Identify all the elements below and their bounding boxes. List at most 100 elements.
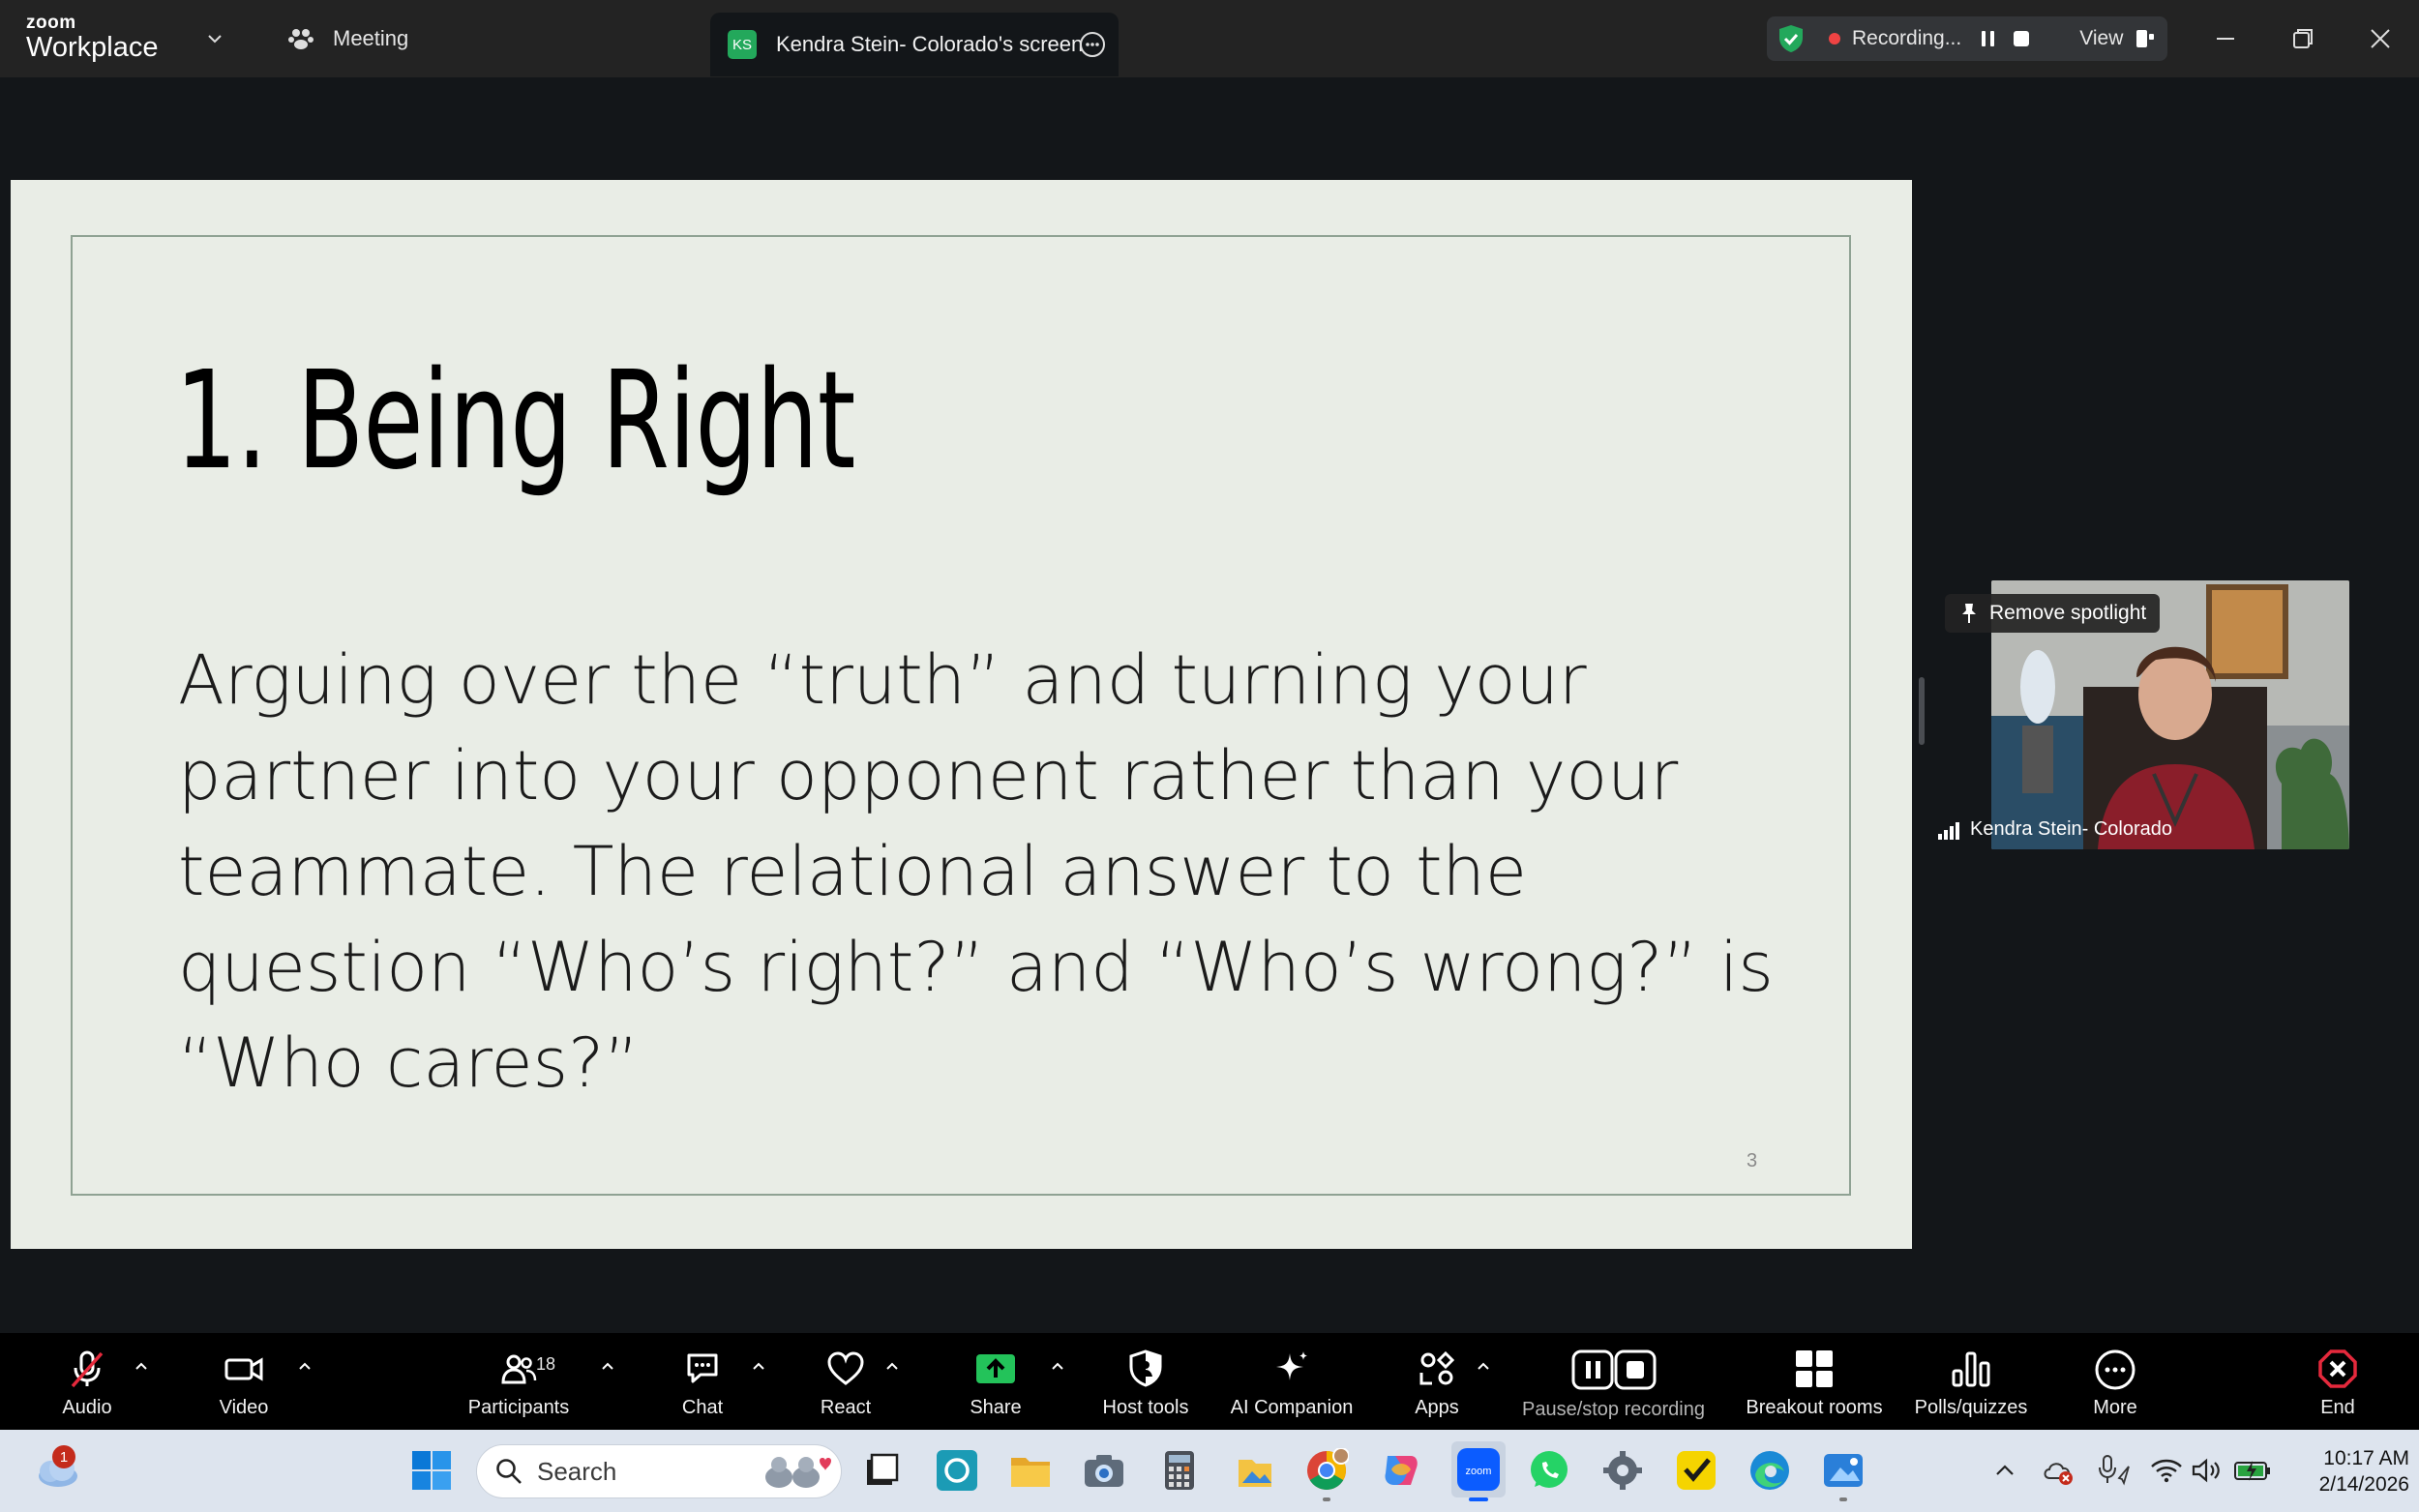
search-placeholder: Search xyxy=(537,1456,617,1486)
recording-dot-icon xyxy=(1829,33,1840,44)
end-label: End xyxy=(2320,1397,2355,1418)
apps-options-caret-icon[interactable] xyxy=(1476,1358,1491,1374)
camera-icon[interactable] xyxy=(1082,1448,1126,1493)
meeting-tab-label: Meeting xyxy=(333,26,409,50)
meeting-toolbar: Audio Video 18 Participants Chat React S… xyxy=(0,1333,2419,1430)
cortana-icon[interactable] xyxy=(935,1448,979,1493)
view-layout-icon[interactable] xyxy=(2135,28,2156,49)
audio-button[interactable]: Audio xyxy=(39,1333,135,1430)
shared-screen-label: Kendra Stein- Colorado's screen xyxy=(776,32,1084,56)
clock-date: 2/14/2026 xyxy=(2318,1473,2409,1496)
weather-notification-badge: 1 xyxy=(52,1445,75,1468)
chat-options-caret-icon[interactable] xyxy=(751,1358,766,1374)
volume-icon[interactable] xyxy=(2191,1456,2224,1485)
react-options-caret-icon[interactable] xyxy=(884,1358,900,1374)
participants-count: 18 xyxy=(536,1354,556,1374)
chat-icon xyxy=(687,1353,718,1383)
share-label: Share xyxy=(970,1397,1022,1418)
chat-label: Chat xyxy=(681,1397,724,1418)
taskbar-search-box[interactable]: Search xyxy=(476,1444,842,1498)
shared-screen-tab[interactable]: KS Kendra Stein- Colorado's screen xyxy=(710,13,1119,76)
recording-status: Recording... xyxy=(1852,27,1962,49)
wifi-icon[interactable] xyxy=(2150,1456,2183,1485)
more-button[interactable]: More xyxy=(2067,1333,2164,1430)
minimize-icon[interactable] xyxy=(2208,21,2243,56)
pause-stop-recording-icon xyxy=(1571,1349,1656,1390)
search-icon xyxy=(496,1459,522,1484)
signal-strength-icon xyxy=(1938,821,1959,840)
stop-recording-icon[interactable] xyxy=(2012,29,2031,48)
photos-folder-icon[interactable] xyxy=(1233,1448,1277,1493)
security-shield-icon[interactable] xyxy=(1777,23,1806,54)
participants-paw-icon xyxy=(288,29,314,49)
breakout-rooms-button[interactable]: Breakout rooms xyxy=(1737,1333,1892,1430)
onedrive-error-icon[interactable] xyxy=(2042,1453,2076,1488)
chrome-running-indicator xyxy=(1323,1497,1330,1501)
microphone-in-use-icon[interactable] xyxy=(2094,1453,2133,1488)
pause-stop-recording-button[interactable]: Pause/stop recording xyxy=(1509,1333,1717,1430)
apps-icon xyxy=(1419,1350,1455,1385)
heart-icon xyxy=(827,1351,864,1385)
more-icon xyxy=(2095,1349,2135,1390)
participants-label: Participants xyxy=(467,1397,570,1418)
polls-chart-icon xyxy=(1952,1351,1990,1387)
remove-spotlight-button[interactable]: Remove spotlight xyxy=(1945,594,2161,633)
share-screen-icon xyxy=(976,1354,1015,1383)
zoom-active-indicator xyxy=(1469,1497,1488,1501)
more-options-icon[interactable] xyxy=(1078,30,1107,59)
whatsapp-icon[interactable] xyxy=(1527,1448,1571,1493)
system-clock[interactable]: 10:17 AM 2/14/2026 xyxy=(2284,1445,2409,1497)
show-hidden-icons-chevron[interactable] xyxy=(1991,1457,2018,1484)
ai-companion-label: AI Companion xyxy=(1230,1397,1354,1418)
polls-quizzes-label: Polls/quizzes xyxy=(1914,1397,2028,1418)
end-meeting-icon xyxy=(2318,1349,2357,1388)
pause-recording-icon[interactable] xyxy=(1979,29,1998,48)
share-button[interactable]: Share xyxy=(947,1333,1044,1430)
host-tools-button[interactable]: Host tools xyxy=(1088,1333,1204,1430)
shared-slide: 1. Being Right Arguing over the “truth” … xyxy=(11,180,1912,1249)
more-label: More xyxy=(2093,1397,2137,1418)
close-icon[interactable] xyxy=(2363,21,2398,56)
svg-text:zoom: zoom xyxy=(1466,1466,1492,1477)
participants-button[interactable]: 18 Participants xyxy=(451,1333,586,1430)
zoom-workplace-logo[interactable]: zoom Workplace xyxy=(26,14,158,62)
speaker-name-label: Kendra Stein- Colorado xyxy=(1937,818,2172,841)
video-options-caret-icon[interactable] xyxy=(297,1358,313,1374)
copilot-icon[interactable] xyxy=(1378,1448,1422,1493)
snipping-tool-icon[interactable] xyxy=(1821,1448,1866,1493)
video-camera-icon xyxy=(224,1357,263,1381)
video-label: Video xyxy=(219,1397,269,1418)
apps-button[interactable]: Apps xyxy=(1389,1333,1485,1430)
calculator-icon[interactable] xyxy=(1157,1448,1202,1493)
polls-quizzes-button[interactable]: Polls/quizzes xyxy=(1908,1333,2034,1430)
file-explorer-icon[interactable] xyxy=(1008,1448,1053,1493)
battery-charging-icon[interactable] xyxy=(2233,1457,2272,1484)
edge-icon[interactable] xyxy=(1747,1448,1792,1493)
end-meeting-button[interactable]: End xyxy=(2289,1333,2386,1430)
title-bar: zoom Workplace Meeting KS Kendra Stein- … xyxy=(0,0,2419,77)
host-tools-label: Host tools xyxy=(1102,1397,1189,1418)
ai-sparkle-icon xyxy=(1276,1351,1307,1380)
chevron-down-icon[interactable] xyxy=(205,29,224,48)
breakout-rooms-label: Breakout rooms xyxy=(1746,1397,1883,1418)
windows-start-icon[interactable] xyxy=(409,1448,454,1493)
react-button[interactable]: React xyxy=(797,1333,894,1430)
audio-options-caret-icon[interactable] xyxy=(134,1358,149,1374)
chat-button[interactable]: Chat xyxy=(654,1333,751,1430)
pin-icon xyxy=(1962,604,1976,623)
settings-gear-icon[interactable] xyxy=(1600,1448,1645,1493)
meeting-tab[interactable]: Meeting xyxy=(286,21,408,56)
ai-companion-button[interactable]: AI Companion xyxy=(1219,1333,1364,1430)
zoom-taskbar-icon[interactable]: zoom xyxy=(1451,1441,1506,1497)
breakout-rooms-icon xyxy=(1796,1350,1833,1387)
panel-resize-handle[interactable] xyxy=(1919,677,1925,745)
slide-body: Arguing over the “truth” and turning you… xyxy=(178,640,1774,1103)
participants-options-caret-icon[interactable] xyxy=(600,1358,615,1374)
chrome-icon[interactable] xyxy=(1304,1448,1349,1493)
video-button[interactable]: Video xyxy=(195,1333,292,1430)
share-options-caret-icon[interactable] xyxy=(1050,1358,1065,1374)
restore-icon[interactable] xyxy=(2285,21,2320,56)
task-view-icon[interactable] xyxy=(859,1448,904,1493)
view-button[interactable]: View xyxy=(2079,27,2123,50)
norton-icon[interactable] xyxy=(1674,1448,1718,1493)
